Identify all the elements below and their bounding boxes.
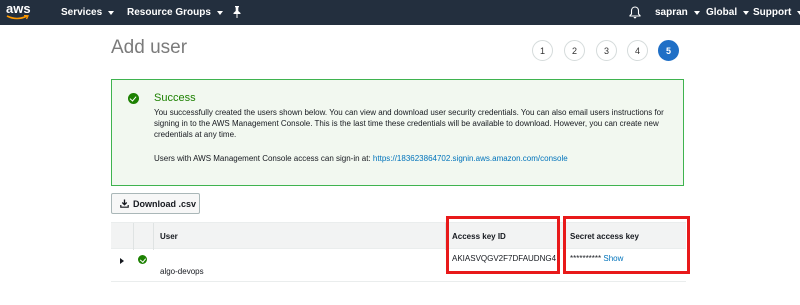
success-message: You successfully created the users shown…: [154, 108, 664, 139]
aws-smile-icon: [6, 15, 29, 20]
step-5-active[interactable]: 5: [658, 40, 679, 61]
download-icon: [120, 199, 129, 208]
signin-prefix: Users with AWS Management Console access…: [154, 154, 373, 163]
step-4[interactable]: 4: [627, 40, 648, 61]
chevron-down-icon: [108, 10, 115, 15]
services-menu[interactable]: Services: [61, 7, 115, 18]
top-nav-bar: aws Services Resource Groups sapran Glob…: [0, 0, 800, 25]
user-name-cell: algo-devops: [160, 267, 204, 276]
bell-icon[interactable]: [629, 6, 641, 19]
aws-logo[interactable]: aws: [6, 2, 32, 22]
column-divider: [153, 223, 154, 250]
pin-icon[interactable]: [232, 6, 242, 21]
success-title: Success: [154, 92, 196, 104]
user-label: sapran: [655, 7, 688, 18]
support-label: Support: [753, 7, 792, 18]
region-menu[interactable]: Global: [706, 7, 750, 18]
resource-groups-menu[interactable]: Resource Groups: [127, 7, 223, 18]
success-check-icon: [128, 93, 139, 104]
download-csv-label: Download .csv: [133, 198, 197, 209]
header-user[interactable]: User: [160, 232, 178, 241]
signin-line: Users with AWS Management Console access…: [154, 154, 568, 163]
chevron-down-icon: [693, 10, 700, 15]
signin-url-link[interactable]: https://183623864702.signin.aws.amazon.c…: [373, 154, 568, 163]
step-1[interactable]: 1: [532, 40, 553, 61]
download-csv-button[interactable]: Download .csv: [111, 193, 200, 214]
services-label: Services: [61, 7, 103, 18]
success-check-icon: [138, 255, 147, 264]
user-menu[interactable]: sapran: [655, 7, 700, 18]
aws-logo-text: aws: [6, 1, 31, 16]
step-2[interactable]: 2: [564, 40, 585, 61]
expand-row-icon[interactable]: [120, 258, 124, 264]
region-label: Global: [706, 7, 738, 18]
secret-key-highlight-box: [563, 216, 690, 274]
column-divider: [133, 223, 134, 250]
chevron-down-icon: [216, 10, 223, 15]
access-key-highlight-box: [446, 216, 560, 274]
resource-groups-label: Resource Groups: [127, 7, 211, 18]
support-menu[interactable]: Support: [753, 7, 800, 18]
chevron-down-icon: [743, 10, 750, 15]
success-alert: Success You successfully created the use…: [111, 79, 684, 186]
page-title: Add user: [111, 37, 188, 58]
step-3[interactable]: 3: [596, 40, 617, 61]
